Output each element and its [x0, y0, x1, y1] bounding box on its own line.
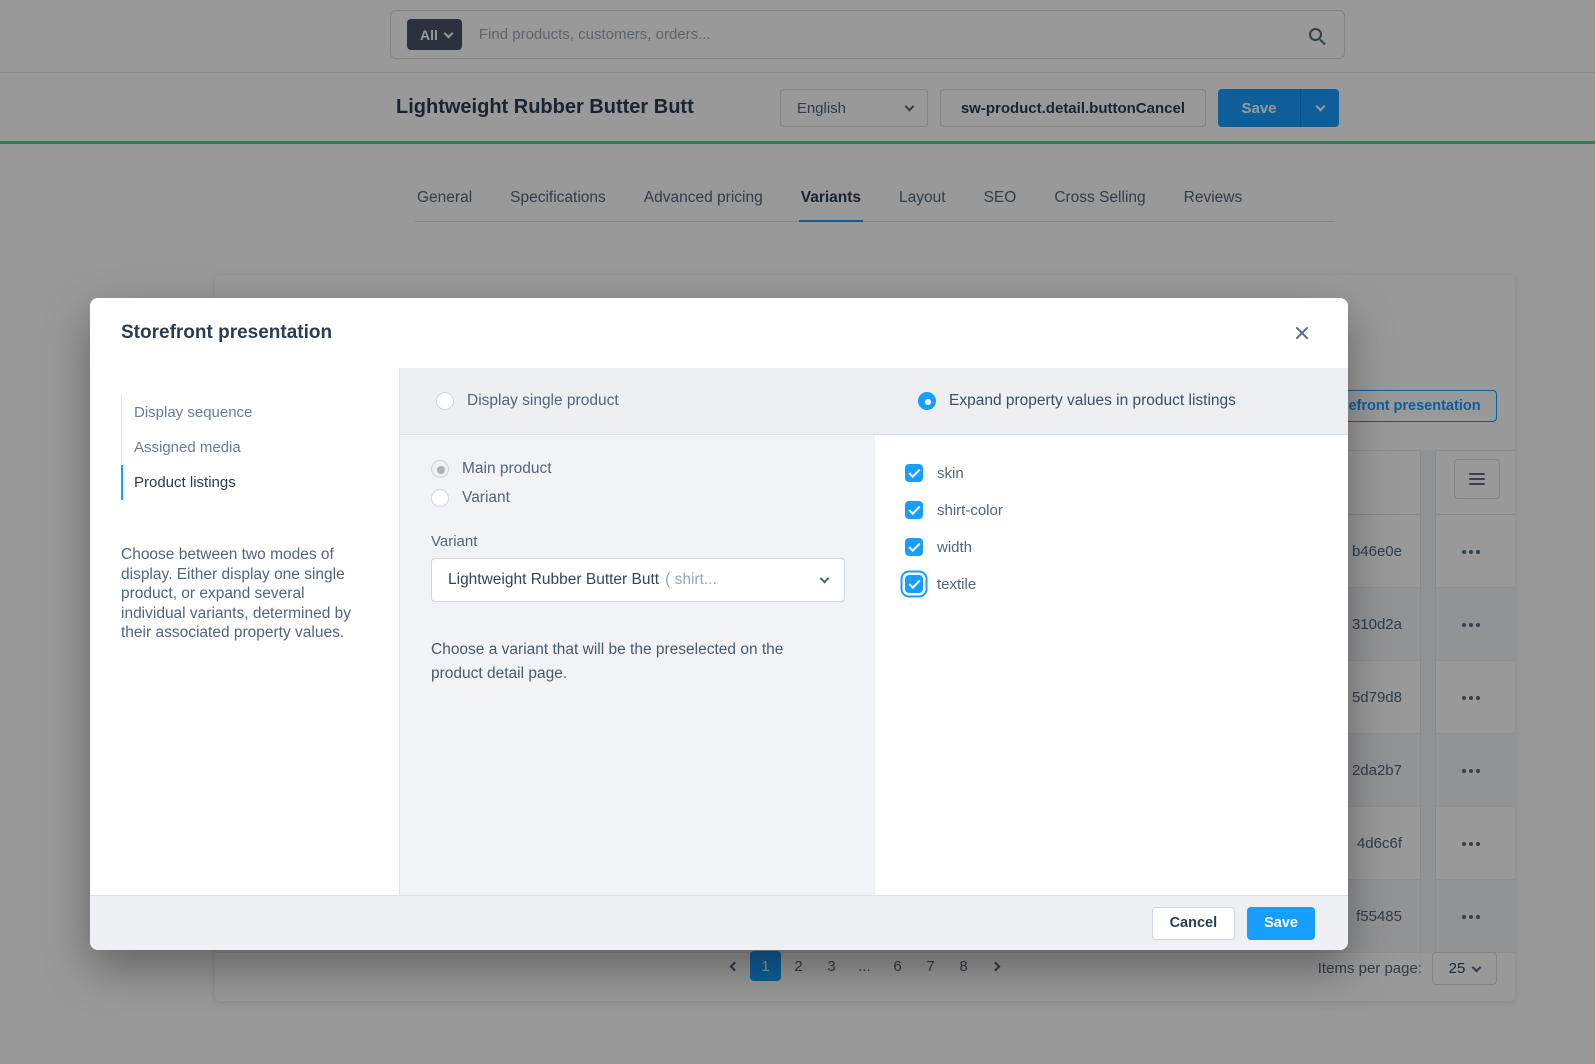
- mode-description: Choose between two modes of display. Eit…: [121, 545, 373, 643]
- variant-radio-label: Variant: [462, 489, 510, 507]
- display-single-product-label: Display single product: [467, 392, 619, 410]
- skin-label: skin: [937, 465, 964, 482]
- single-product-options: Main product Variant Variant Lightweight…: [400, 435, 875, 686]
- modal-sidebar: Display sequence Assigned media Product …: [90, 368, 400, 895]
- shirt-color-label: shirt-color: [937, 502, 1003, 519]
- sidebar-item-assigned-media[interactable]: Assigned media: [121, 430, 373, 465]
- modal-save-button[interactable]: Save: [1247, 907, 1315, 940]
- expand-properties-mode-header: Expand property values in product listin…: [875, 368, 1348, 435]
- textile-label: textile: [937, 576, 976, 593]
- variant-select-hint: ( shirt...: [665, 571, 717, 589]
- single-product-column: Display single product Main product Vari…: [400, 368, 875, 895]
- storefront-presentation-modal: Storefront presentation Display sequence…: [90, 298, 1348, 950]
- property-option-textile: textile: [905, 575, 1348, 593]
- modal-body: Display sequence Assigned media Product …: [90, 368, 1348, 895]
- property-option-shirt-color: shirt-color: [905, 501, 1348, 519]
- main-product-option: Main product: [431, 460, 875, 478]
- chevron-down-icon: [820, 574, 830, 584]
- variant-field-label: Variant: [431, 533, 875, 550]
- width-checkbox[interactable]: [905, 538, 923, 556]
- expand-properties-column: Expand property values in product listin…: [875, 368, 1348, 895]
- width-label: width: [937, 539, 972, 556]
- textile-checkbox[interactable]: [905, 575, 923, 593]
- main-product-label: Main product: [462, 460, 552, 478]
- main-product-radio: [431, 460, 449, 478]
- skin-checkbox[interactable]: [905, 464, 923, 482]
- modal-footer: Cancel Save: [90, 895, 1348, 950]
- sidebar-item-display-sequence[interactable]: Display sequence: [121, 395, 373, 430]
- variant-select-value: Lightweight Rubber Butter Butt: [448, 571, 659, 589]
- single-product-mode-header: Display single product: [400, 368, 875, 435]
- expand-properties-radio[interactable]: [918, 392, 936, 410]
- display-single-product-radio[interactable]: [436, 392, 454, 410]
- sidebar-item-product-listings[interactable]: Product listings: [121, 465, 373, 500]
- variant-option: Variant: [431, 489, 875, 507]
- property-checkbox-list: skin shirt-color width textile: [875, 435, 1348, 612]
- property-option-width: width: [905, 538, 1348, 556]
- variant-helper-text: Choose a variant that will be the presel…: [431, 638, 831, 686]
- app-screen: All Lightweight Rubber Butter Butt Engli…: [0, 0, 1595, 1064]
- expand-properties-label: Expand property values in product listin…: [949, 392, 1236, 410]
- modal-header: Storefront presentation: [90, 298, 1348, 368]
- variant-select[interactable]: Lightweight Rubber Butter Butt ( shirt..…: [431, 558, 845, 602]
- property-option-skin: skin: [905, 464, 1348, 482]
- variant-radio[interactable]: [431, 489, 449, 507]
- modal-title: Storefront presentation: [121, 322, 332, 344]
- shirt-color-checkbox[interactable]: [905, 501, 923, 519]
- modal-cancel-button[interactable]: Cancel: [1152, 907, 1236, 940]
- close-icon[interactable]: [1286, 317, 1318, 349]
